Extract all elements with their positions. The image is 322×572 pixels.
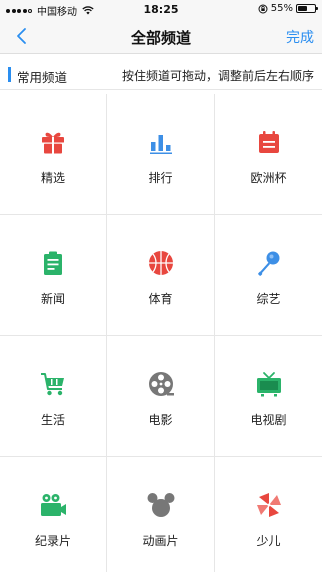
gift-icon — [39, 128, 67, 156]
pinwheel-icon — [255, 491, 283, 519]
done-button[interactable]: 完成 — [286, 27, 314, 47]
rotation-lock-icon — [258, 4, 268, 13]
battery-icon — [296, 4, 318, 13]
section-hint: 按住频道可拖动，调整前后左右顺序 — [121, 69, 314, 83]
channel-item[interactable]: 新闻 — [0, 215, 107, 336]
channel-item[interactable]: 综艺 — [215, 215, 322, 336]
cartoon-mouse-icon — [147, 491, 175, 519]
section-accent-bar — [8, 67, 11, 82]
channel-item[interactable]: 少儿 — [215, 457, 322, 572]
channel-item[interactable]: 动画片 — [107, 457, 215, 572]
channel-item[interactable]: 电视剧 — [215, 336, 322, 457]
film-reel-icon — [147, 370, 175, 398]
channel-label: 新闻 — [40, 292, 65, 306]
calendar-icon — [255, 128, 283, 156]
tv-icon — [255, 370, 283, 398]
channel-item[interactable]: 排行 — [107, 94, 215, 215]
channel-label: 排行 — [148, 171, 173, 185]
channel-item[interactable]: 欧洲杯 — [215, 94, 322, 215]
channel-item[interactable]: 生活 — [0, 336, 107, 457]
channel-label: 电视剧 — [250, 413, 287, 427]
channel-item[interactable]: 纪录片 — [0, 457, 107, 572]
channel-label: 综艺 — [256, 292, 281, 306]
shopping-cart-icon — [39, 370, 67, 398]
channel-label: 欧洲杯 — [250, 171, 287, 185]
navigation-bar: 全部频道 完成 — [0, 18, 322, 54]
section-title: 常用频道 — [17, 70, 68, 85]
status-bar: 中国移动 18:25 55% — [0, 0, 322, 18]
status-right: 55% — [258, 3, 318, 14]
battery-level — [298, 6, 307, 11]
channel-item[interactable]: 体育 — [107, 215, 215, 336]
section-header: 常用频道 按住频道可拖动，调整前后左右顺序 — [0, 60, 322, 90]
channel-grid: 精选 排行 欧洲杯 新闻 体育 综艺 生活 电影 电视剧 纪录片 动画片 少儿 — [0, 94, 322, 572]
channel-label: 体育 — [148, 292, 173, 306]
video-camera-icon — [39, 491, 67, 519]
news-icon — [39, 249, 67, 277]
page-title: 全部频道 — [130, 29, 191, 47]
channel-label: 生活 — [40, 413, 65, 427]
bar-chart-icon — [147, 128, 175, 156]
basketball-icon — [147, 249, 175, 277]
channel-item[interactable]: 电影 — [107, 336, 215, 457]
channel-label: 少儿 — [256, 534, 281, 548]
channel-label: 电影 — [148, 413, 173, 427]
microphone-icon — [255, 249, 283, 277]
channel-label: 纪录片 — [34, 534, 71, 548]
channel-label: 动画片 — [142, 534, 179, 548]
channel-item[interactable]: 精选 — [0, 94, 107, 215]
battery-percent: 55% — [270, 3, 293, 14]
channel-label: 精选 — [40, 171, 65, 185]
